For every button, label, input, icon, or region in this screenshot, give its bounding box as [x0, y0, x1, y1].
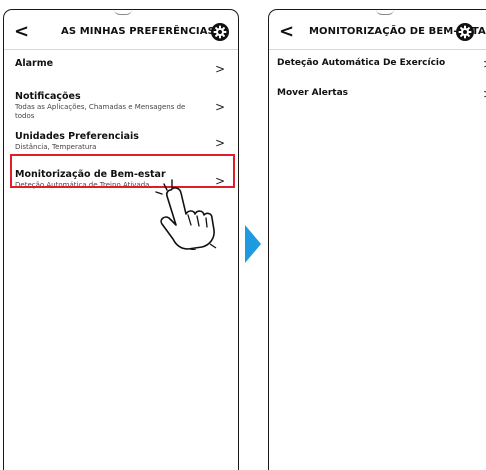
menu-item-subtitle: Todas as Aplicações, Chamadas e Mensagen… [15, 103, 186, 120]
menu-item-subtitle: Distância, Temperatura [15, 143, 97, 151]
menu-item-title: Mover Alertas [277, 88, 349, 98]
menu-item-alarme[interactable]: Alarme > [4, 50, 238, 88]
chevron-right-icon: > [215, 136, 226, 150]
menu-item-detecao-exercicio[interactable]: Deteção Automática De Exercício > [269, 54, 486, 80]
next-step-arrow-icon [245, 225, 261, 263]
page-title: AS MINHAS PREFERÊNCIAS [61, 26, 215, 37]
chevron-right-icon: > [215, 62, 226, 76]
top-notch [376, 10, 394, 15]
top-notch [114, 10, 132, 15]
right-phone-screen: < MONITORIZAÇÃO DE BEM-ESTAR Deteção Aut… [268, 9, 486, 470]
back-button[interactable]: < [14, 22, 29, 42]
menu-item-title: Notificações [15, 91, 81, 102]
menu-item-title: Unidades Preferenciais [15, 131, 139, 142]
header-divider [269, 49, 486, 50]
tap-hand-icon [155, 179, 217, 250]
header: < AS MINHAS PREFERÊNCIAS [4, 20, 238, 46]
menu-item-title: Deteção Automática De Exercício [277, 58, 446, 68]
gear-icon[interactable] [210, 22, 230, 42]
header: < MONITORIZAÇÃO DE BEM-ESTAR [269, 20, 486, 46]
menu-item-mover-alertas[interactable]: Mover Alertas > [269, 84, 486, 110]
back-button[interactable]: < [279, 22, 294, 42]
gear-icon[interactable] [455, 22, 475, 42]
menu-item-title: Alarme [15, 58, 54, 69]
menu-item-notificacoes[interactable]: Notificações Todas as Aplicações, Chamad… [4, 88, 238, 128]
chevron-right-icon: > [215, 100, 226, 114]
